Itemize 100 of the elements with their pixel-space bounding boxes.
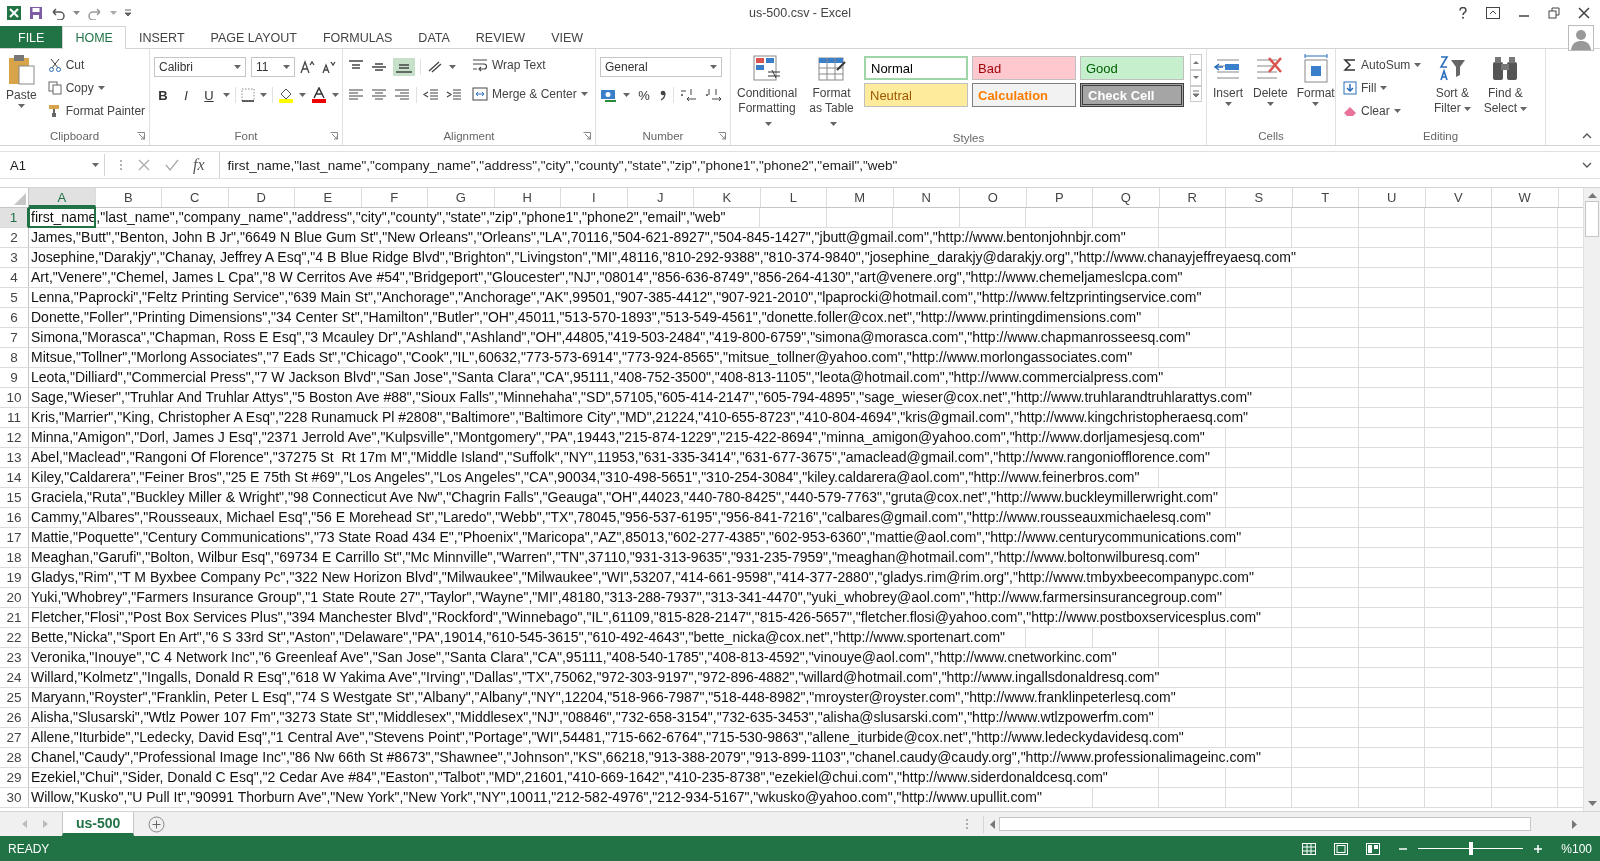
restore-icon[interactable] bbox=[1548, 7, 1560, 19]
zoom-slider-thumb[interactable] bbox=[1468, 842, 1473, 855]
normal-view-icon[interactable] bbox=[1302, 842, 1317, 855]
grow-font-icon[interactable] bbox=[300, 60, 316, 74]
caret-icon[interactable] bbox=[223, 93, 230, 97]
cell-style-option[interactable]: Neutral bbox=[864, 83, 968, 107]
ribbon-display-icon[interactable] bbox=[1486, 7, 1500, 19]
cut-button[interactable]: Cut bbox=[44, 54, 149, 75]
clear-button[interactable]: Clear bbox=[1340, 100, 1425, 121]
format-painter-button[interactable]: Format Painter bbox=[44, 100, 149, 121]
row-header[interactable]: 1 bbox=[0, 208, 29, 228]
dialog-launcher-icon[interactable] bbox=[330, 132, 338, 140]
increase-indent-icon[interactable] bbox=[445, 87, 463, 103]
name-box[interactable]: A1 bbox=[5, 154, 105, 176]
dialog-launcher-icon[interactable] bbox=[718, 132, 726, 140]
copy-button[interactable]: Copy bbox=[44, 77, 149, 98]
zoom-level[interactable]: %100 bbox=[1561, 841, 1592, 856]
font-color-icon[interactable] bbox=[311, 87, 327, 103]
splitter-dots-icon[interactable] bbox=[119, 159, 123, 171]
customize-icon[interactable] bbox=[124, 9, 132, 17]
collapse-ribbon-icon[interactable] bbox=[1582, 133, 1592, 139]
align-right-icon[interactable] bbox=[393, 87, 411, 103]
dialog-launcher-icon[interactable] bbox=[137, 132, 145, 140]
user-avatar-icon[interactable] bbox=[1568, 25, 1594, 51]
column-header[interactable]: F bbox=[361, 188, 428, 207]
scroll-right-icon[interactable] bbox=[1572, 819, 1578, 829]
column-header[interactable]: T bbox=[1292, 188, 1359, 207]
cells-button[interactable]: Format bbox=[1295, 52, 1336, 106]
caret-icon[interactable] bbox=[623, 93, 630, 97]
scroll-up-icon[interactable] bbox=[1190, 54, 1202, 70]
wrap-text-button[interactable]: Wrap Text bbox=[469, 54, 591, 75]
column-header[interactable]: G bbox=[428, 188, 495, 207]
ribbon-tab[interactable]: HOME bbox=[62, 26, 126, 49]
ribbon-tab[interactable]: VIEW bbox=[538, 26, 597, 48]
cells-button[interactable]: Delete bbox=[1251, 52, 1290, 106]
ribbon-tab[interactable]: INSERT bbox=[125, 26, 198, 48]
conditional-formatting-button[interactable]: Conditional Formatting bbox=[735, 52, 800, 131]
fill-button[interactable]: Fill bbox=[1340, 77, 1425, 98]
zoom-in-icon[interactable] bbox=[1533, 843, 1544, 854]
align-bottom-icon[interactable] bbox=[393, 58, 415, 76]
column-header[interactable]: R bbox=[1159, 188, 1226, 207]
underline-button[interactable]: U bbox=[200, 86, 218, 104]
caret-icon[interactable] bbox=[260, 93, 267, 97]
cells-button[interactable]: Insert bbox=[1211, 52, 1245, 106]
formula-field[interactable]: first_name,"last_name","company_name","address","city","county","state","zip","phone1","phone2","email","web" bbox=[218, 152, 1600, 178]
save-icon[interactable] bbox=[29, 6, 43, 20]
number-format-dropdown[interactable]: General bbox=[600, 57, 722, 77]
help-icon[interactable] bbox=[1458, 7, 1468, 19]
column-header[interactable]: I bbox=[561, 188, 628, 207]
accounting-format-icon[interactable] bbox=[600, 87, 618, 103]
page-break-icon[interactable] bbox=[1366, 842, 1381, 855]
scroll-down-icon[interactable] bbox=[1587, 801, 1597, 807]
increase-decimal-icon[interactable] bbox=[679, 87, 699, 103]
fill-color-icon[interactable] bbox=[278, 87, 294, 103]
column-header[interactable]: P bbox=[1026, 188, 1093, 207]
bold-button[interactable]: B bbox=[154, 86, 172, 104]
column-header[interactable]: A bbox=[29, 188, 96, 207]
splitter-dots-icon[interactable] bbox=[965, 818, 969, 830]
format-as-table-button[interactable]: Format as Table bbox=[805, 52, 858, 131]
column-header[interactable]: W bbox=[1492, 188, 1559, 207]
scroll-up-icon[interactable] bbox=[1587, 192, 1597, 198]
italic-button[interactable]: I bbox=[177, 86, 195, 104]
more-styles-icon[interactable] bbox=[1190, 86, 1202, 102]
insert-function-button[interactable]: fx bbox=[193, 156, 205, 174]
caret-icon[interactable] bbox=[73, 10, 80, 16]
cell-style-option[interactable]: Good bbox=[1080, 56, 1184, 80]
column-header[interactable]: S bbox=[1226, 188, 1293, 207]
ribbon-tab[interactable]: REVIEW bbox=[462, 26, 539, 48]
font-size-dropdown[interactable]: 11 bbox=[251, 57, 295, 77]
sort-filter-button[interactable]: Sort & Filter bbox=[1430, 52, 1475, 116]
align-left-icon[interactable] bbox=[347, 87, 365, 103]
new-sheet-icon[interactable] bbox=[148, 815, 166, 833]
scroll-left-icon[interactable] bbox=[989, 819, 995, 829]
column-header[interactable]: B bbox=[95, 188, 162, 207]
column-header[interactable]: L bbox=[760, 188, 827, 207]
column-header[interactable]: K bbox=[694, 188, 761, 207]
find-select-button[interactable]: Find & Select bbox=[1480, 52, 1531, 116]
ribbon-tab[interactable]: DATA bbox=[405, 26, 463, 48]
column-header[interactable]: V bbox=[1425, 188, 1492, 207]
borders-icon[interactable] bbox=[241, 88, 255, 102]
scroll-down-icon[interactable] bbox=[1190, 70, 1202, 86]
autosum-button[interactable]: AutoSum bbox=[1340, 54, 1425, 75]
percent-style-button[interactable]: % bbox=[635, 86, 653, 104]
caret-icon[interactable] bbox=[299, 93, 306, 97]
page-layout-icon[interactable] bbox=[1334, 842, 1349, 855]
ribbon-tab[interactable]: FILE bbox=[0, 26, 63, 48]
shrink-font-icon[interactable] bbox=[321, 60, 337, 74]
align-center-icon[interactable] bbox=[370, 87, 388, 103]
column-header[interactable]: H bbox=[494, 188, 561, 207]
expand-icon[interactable] bbox=[1582, 162, 1592, 168]
vertical-scrollbar[interactable] bbox=[1583, 188, 1600, 811]
dialog-launcher-icon[interactable] bbox=[583, 132, 591, 140]
ribbon-tab[interactable]: FORMULAS bbox=[309, 26, 406, 48]
decrease-indent-icon[interactable] bbox=[422, 87, 440, 103]
close-icon[interactable] bbox=[1578, 7, 1590, 19]
font-name-dropdown[interactable]: Calibri bbox=[154, 57, 246, 77]
redo-icon[interactable] bbox=[87, 6, 103, 20]
orientation-icon[interactable] bbox=[426, 59, 444, 75]
paste-button[interactable]: Paste bbox=[4, 52, 39, 108]
column-header[interactable]: N bbox=[893, 188, 960, 207]
